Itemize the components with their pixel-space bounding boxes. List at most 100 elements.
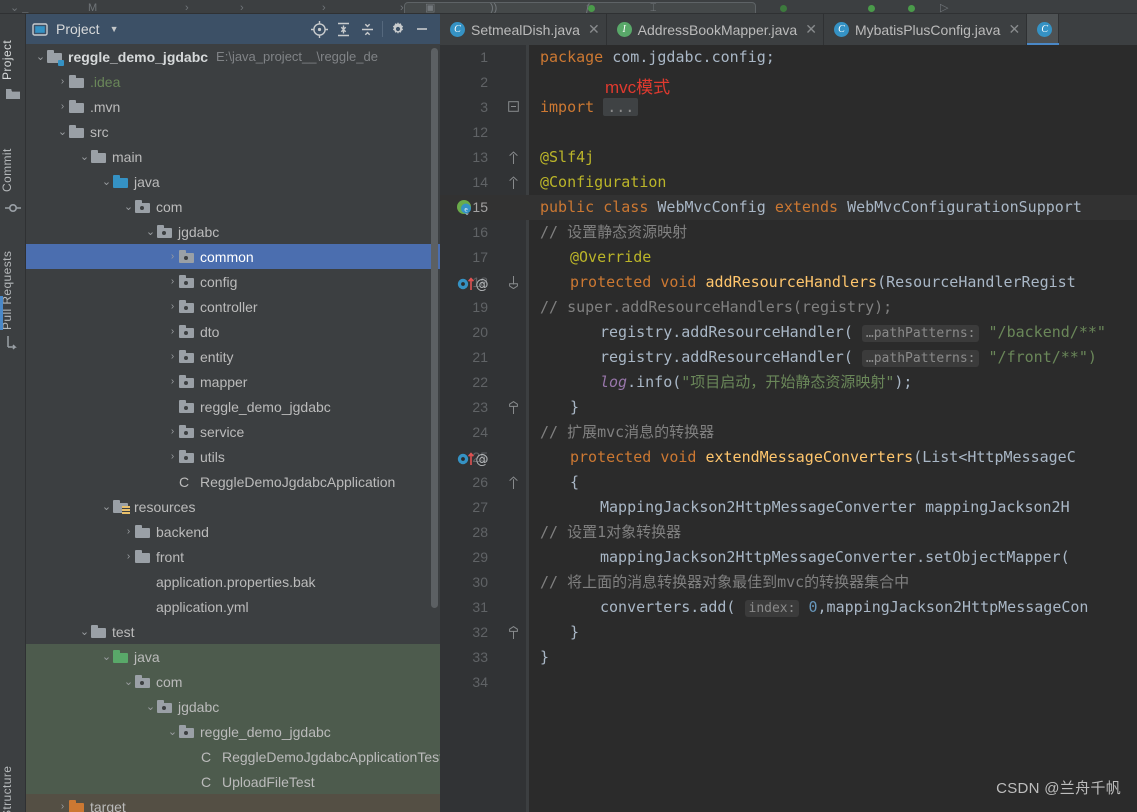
tool-window-structure[interactable]: Structure bbox=[0, 742, 26, 812]
run-icon[interactable] bbox=[868, 5, 875, 12]
chevron-right-icon[interactable]: › bbox=[166, 301, 179, 312]
code-line[interactable]: 3 import ... bbox=[440, 95, 1137, 120]
select-opened-file-icon[interactable] bbox=[307, 17, 331, 41]
expand-all-icon[interactable] bbox=[331, 17, 355, 41]
chevron-right-icon[interactable]: › bbox=[166, 376, 179, 387]
code-line[interactable]: 26 { bbox=[440, 470, 1137, 495]
editor-tab-mybatisplusconfig-java[interactable]: C MybatisPlusConfig.java ✕ bbox=[824, 14, 1028, 45]
code-line[interactable]: 31 converters.add( index: 0,mappingJackso… bbox=[440, 595, 1137, 620]
code-line[interactable]: 28 // 设置1对象转换器 bbox=[440, 520, 1137, 545]
code-editor[interactable]: 1 package com.jgdabc.config; 2 3 import ... 1… bbox=[440, 45, 1137, 812]
code-line[interactable]: 15 e public class WebMvcConfig extends W… bbox=[440, 195, 1137, 220]
tree-node-main[interactable]: ⌄ main bbox=[26, 144, 440, 169]
tree-node-jgdabc[interactable]: ⌄ jgdabc bbox=[26, 694, 440, 719]
tree-node-dto[interactable]: › dto bbox=[26, 319, 440, 344]
code-line[interactable]: 21 registry.addResourceHandler( …pathPatt… bbox=[440, 345, 1137, 370]
chevron-down-icon[interactable]: ⌄ bbox=[122, 676, 135, 687]
tool-window-commit[interactable]: Commit bbox=[0, 126, 26, 192]
tree-node-backend[interactable]: › backend bbox=[26, 519, 440, 544]
overridden-method-icon[interactable]: @ bbox=[456, 450, 490, 468]
tree-node-service[interactable]: › service bbox=[26, 419, 440, 444]
chevron-down-icon[interactable]: ⌄ bbox=[122, 201, 135, 212]
fold-marker-icon[interactable] bbox=[508, 101, 519, 114]
run-config-selector[interactable] bbox=[404, 2, 756, 13]
tool-window-project[interactable]: Project bbox=[0, 16, 26, 80]
code-lines[interactable]: 1 package com.jgdabc.config; 2 3 import ... 1… bbox=[440, 45, 1137, 812]
tool-window-pull-requests[interactable]: Pull Requests bbox=[0, 226, 26, 330]
fold-marker-icon[interactable] bbox=[508, 276, 519, 289]
chevron-right-icon[interactable]: › bbox=[56, 801, 69, 812]
tree-node-application-yml[interactable]: ›application.yml bbox=[26, 594, 440, 619]
tree-node-reggle-demo-jgdabc[interactable]: ⌄ reggle_demo_jgdabc bbox=[26, 719, 440, 744]
tree-node-common[interactable]: › common bbox=[26, 244, 440, 269]
fold-marker-icon[interactable] bbox=[508, 401, 519, 414]
code-line[interactable]: 25 @ protected void extendMessageConvert… bbox=[440, 445, 1137, 470]
fold-marker-icon[interactable] bbox=[508, 476, 519, 489]
chevron-right-icon[interactable]: › bbox=[166, 276, 179, 287]
code-line[interactable]: 23} bbox=[440, 395, 1137, 420]
tree-node-java[interactable]: ⌄ java bbox=[26, 644, 440, 669]
hide-icon[interactable] bbox=[410, 17, 434, 41]
tree-node-entity[interactable]: › entity bbox=[26, 344, 440, 369]
tree-node-controller[interactable]: › controller bbox=[26, 294, 440, 319]
editor-tab-addressbookmapper-java[interactable]: I AddressBookMapper.java ✕ bbox=[607, 14, 824, 45]
tree-node-reggle-demo-jgdabc[interactable]: ⌄ reggle_demo_jgdabc E:\java_project__\reg… bbox=[26, 44, 440, 69]
chevron-down-icon[interactable]: ⌄ bbox=[56, 126, 69, 137]
fold-marker-icon[interactable] bbox=[508, 626, 519, 639]
fold-marker-icon[interactable] bbox=[508, 176, 519, 189]
tree-node-com[interactable]: ⌄ com bbox=[26, 194, 440, 219]
tree-node-front[interactable]: › front bbox=[26, 544, 440, 569]
editor-tab-bar[interactable]: C SetmealDish.java ✕ I AddressBookMapper.jav… bbox=[440, 14, 1137, 45]
code-line[interactable]: 24 // 扩展mvc消息的转换器 bbox=[440, 420, 1137, 445]
chevron-down-icon[interactable]: ⌄ bbox=[34, 51, 47, 62]
chevron-right-icon[interactable]: › bbox=[166, 251, 179, 262]
tree-node-src[interactable]: ⌄ src bbox=[26, 119, 440, 144]
close-icon[interactable]: ✕ bbox=[805, 21, 817, 38]
tree-node-com[interactable]: ⌄ com bbox=[26, 669, 440, 694]
code-line[interactable]: 19 // super.addResourceHandlers(registry)… bbox=[440, 295, 1137, 320]
project-tree-scrollbar[interactable] bbox=[431, 48, 438, 608]
code-line[interactable]: 18 @ protected void addResourceHandlers(… bbox=[440, 270, 1137, 295]
tree-node-reggle-demo-jgdabc[interactable]: ›reggle_demo_jgdabc bbox=[26, 394, 440, 419]
tree-node-reggledemojgdabcapplication[interactable]: ›CReggleDemoJgdabcApplication bbox=[26, 469, 440, 494]
tree-node-uploadfiletest[interactable]: ›CUploadFileTest bbox=[26, 769, 440, 794]
chevron-right-icon[interactable]: › bbox=[166, 451, 179, 462]
collapse-all-icon[interactable] bbox=[355, 17, 379, 41]
close-icon[interactable]: ✕ bbox=[588, 21, 600, 38]
chevron-down-icon[interactable]: ⌄ bbox=[100, 501, 113, 512]
chevron-right-icon[interactable]: › bbox=[56, 76, 69, 87]
code-line[interactable]: 17 @Override bbox=[440, 245, 1137, 270]
editor-tab-active[interactable]: C bbox=[1027, 14, 1060, 45]
tree-node-test[interactable]: ⌄ test bbox=[26, 619, 440, 644]
gear-icon[interactable] bbox=[386, 17, 410, 41]
chevron-down-icon[interactable]: ⌄ bbox=[78, 151, 91, 162]
chevron-down-icon[interactable]: ⌄ bbox=[100, 651, 113, 662]
tree-node-jgdabc[interactable]: ⌄ jgdabc bbox=[26, 219, 440, 244]
chevron-down-icon[interactable]: ⌄ bbox=[144, 701, 157, 712]
tree-node-config[interactable]: › config bbox=[26, 269, 440, 294]
project-tree[interactable]: ⌄ reggle_demo_jgdabc E:\java_project__\reg… bbox=[26, 44, 440, 812]
chevron-right-icon[interactable]: › bbox=[166, 351, 179, 362]
code-line[interactable]: 29 mappingJackson2HttpMessageConverter.se… bbox=[440, 545, 1137, 570]
code-line[interactable]: 34 bbox=[440, 670, 1137, 695]
editor-tab-setmealdish-java[interactable]: C SetmealDish.java ✕ bbox=[440, 14, 607, 45]
tree-node-target[interactable]: › target bbox=[26, 794, 440, 812]
tree-node-mapper[interactable]: › mapper bbox=[26, 369, 440, 394]
code-line[interactable]: 1 package com.jgdabc.config; bbox=[440, 45, 1137, 70]
chevron-down-icon[interactable]: ⌄ bbox=[78, 626, 91, 637]
tree-node--idea[interactable]: › .idea bbox=[26, 69, 440, 94]
code-line[interactable]: 12 bbox=[440, 120, 1137, 145]
spring-bean-icon[interactable]: e bbox=[456, 199, 473, 216]
fold-marker-icon[interactable] bbox=[508, 151, 519, 164]
chevron-right-icon[interactable]: › bbox=[122, 551, 135, 562]
tree-node-resources[interactable]: ⌄ resources bbox=[26, 494, 440, 519]
code-line[interactable]: 16 // 设置静态资源映射 bbox=[440, 220, 1137, 245]
chevron-down-icon[interactable]: ▼ bbox=[110, 24, 119, 34]
code-line[interactable]: 33} bbox=[440, 645, 1137, 670]
chevron-down-icon[interactable]: ⌄ bbox=[166, 726, 179, 737]
code-line[interactable]: 14 @Configuration bbox=[440, 170, 1137, 195]
code-line[interactable]: 22 log.info("项目启动，开始静态资源映射"); bbox=[440, 370, 1137, 395]
tree-node--mvn[interactable]: › .mvn bbox=[26, 94, 440, 119]
code-line[interactable]: 13 @Slf4j bbox=[440, 145, 1137, 170]
close-icon[interactable]: ✕ bbox=[1008, 21, 1020, 38]
